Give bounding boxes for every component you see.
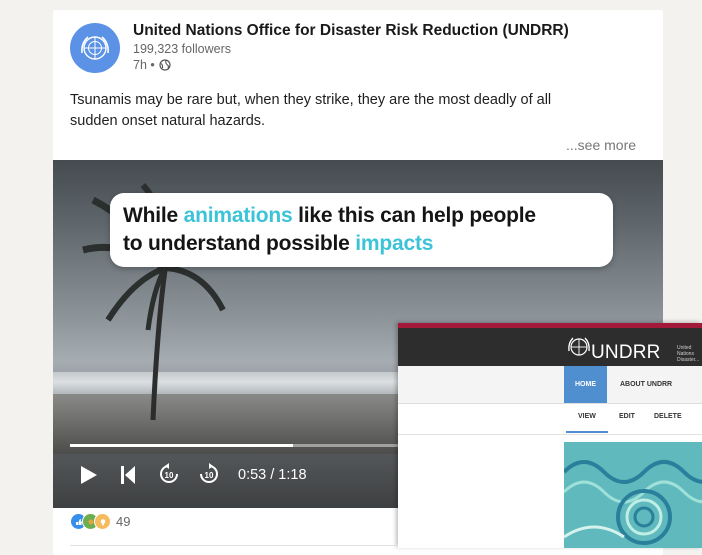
caption-highlight: impacts: [355, 232, 434, 255]
caption-text: to understand possible: [123, 232, 356, 255]
post-timestamp: 7h •: [133, 58, 155, 72]
nav-about[interactable]: ABOUT UNDRR: [620, 366, 672, 403]
tab-edit[interactable]: EDIT: [619, 413, 635, 420]
reaction-summary[interactable]: 49: [70, 513, 130, 530]
post-divider: [70, 545, 398, 546]
insightful-icon: [94, 513, 111, 530]
site-divider: [398, 434, 702, 435]
un-emblem-icon: [81, 36, 109, 60]
wave-artwork-image: [564, 442, 702, 548]
video-progress-bar[interactable]: [70, 444, 398, 447]
tab-delete[interactable]: DELETE: [654, 413, 682, 420]
video-progress-fill: [70, 444, 294, 447]
caption-text: While: [123, 204, 184, 227]
caption-highlight: animations: [183, 204, 293, 227]
rewind-10-icon[interactable]: 10: [158, 463, 180, 485]
tab-view[interactable]: VIEW: [578, 413, 596, 420]
site-nav: HOME ABOUT UNDRR: [398, 366, 702, 404]
post-text-line: Tsunamis may be rare but, when they stri…: [70, 92, 552, 108]
un-emblem-icon: [568, 337, 590, 356]
post-text: Tsunamis may be rare but, when they stri…: [70, 90, 630, 132]
play-icon[interactable]: [80, 465, 98, 485]
svg-text:10: 10: [205, 471, 214, 480]
caption-line-2: to understand possible impacts: [123, 232, 433, 256]
see-more-link[interactable]: ...see more: [566, 137, 636, 153]
tab-active-indicator: [566, 431, 608, 433]
post-text-line: sudden onset natural hazards.: [70, 113, 266, 129]
org-logo[interactable]: [70, 23, 120, 73]
reaction-count: 49: [116, 514, 131, 529]
org-name-link[interactable]: United Nations Office for Disaster Risk …: [133, 22, 569, 40]
globe-icon: [159, 59, 171, 71]
follower-count: 199,323 followers: [133, 42, 231, 56]
caption-text: like this can help people: [292, 204, 536, 227]
svg-text:10: 10: [165, 471, 174, 480]
nav-home[interactable]: HOME: [564, 366, 607, 403]
caption-line-1: While animations like this can help peop…: [123, 204, 536, 228]
post-meta: 7h •: [133, 58, 171, 72]
site-brand-subtitle: United Nations Disaster...: [677, 345, 700, 363]
video-time: 0:53 / 1:18: [238, 467, 307, 483]
site-tabs: VIEW EDIT DELETE: [398, 404, 702, 434]
site-brand[interactable]: UNDRR: [591, 342, 661, 364]
undrr-website-overlay: UNDRR United Nations Disaster... HOME AB…: [398, 323, 702, 548]
wave-pattern: [564, 442, 702, 548]
forward-10-icon[interactable]: 10: [198, 463, 220, 485]
skip-back-icon[interactable]: [120, 465, 136, 485]
